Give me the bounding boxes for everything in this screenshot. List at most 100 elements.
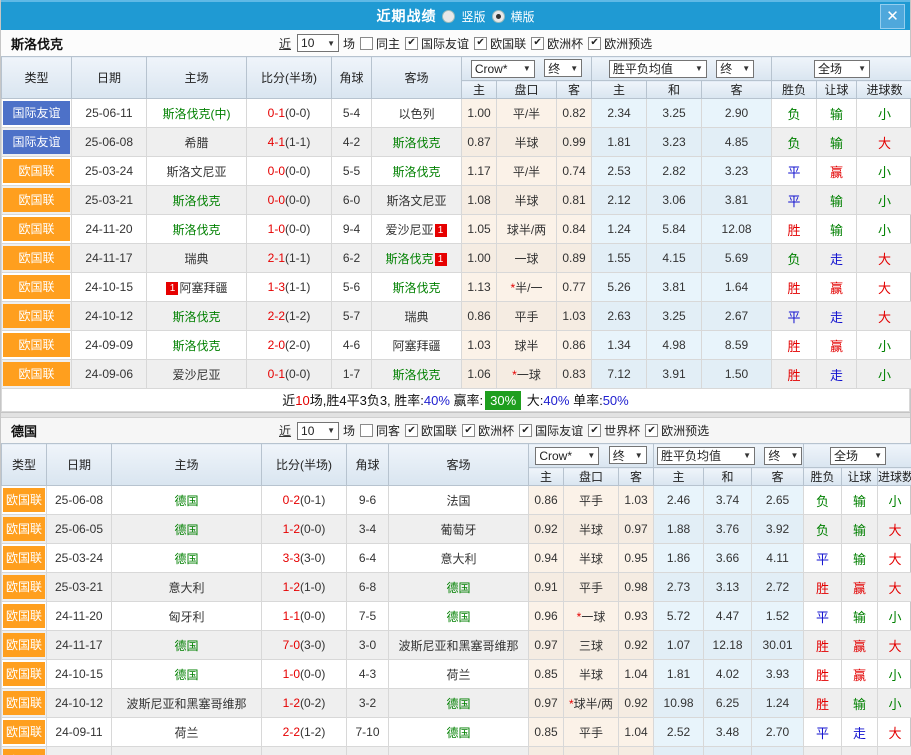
- away-team-cell: 德国: [389, 689, 529, 718]
- odds-home: 0.97: [529, 631, 564, 660]
- odds-company-value: Crow*: [475, 62, 508, 76]
- odds-time-select[interactable]: 终▼: [609, 446, 647, 464]
- corner-cell: 4-2: [347, 747, 389, 755]
- chevron-down-icon: ▼: [635, 451, 643, 460]
- summary-segment: 赢率:: [450, 393, 483, 408]
- summary-segment: 场,胜4平3负3, 胜率:: [310, 393, 424, 408]
- league-badge: 欧国联: [3, 633, 45, 657]
- handicap-cell: 平手: [564, 573, 619, 602]
- score-cell: 1-1(0-0): [262, 602, 347, 631]
- avg-group-header: 胜平负均值▼ 终▼: [592, 57, 772, 81]
- avg-group-header: 胜平负均值 ▼ 终▼: [654, 444, 804, 468]
- match-row: 欧国联24-09-06爱沙尼亚0-1(0-0)1-7斯洛伐克1.06*一球0.8…: [2, 360, 911, 389]
- match-row: 欧国联24-11-17德国7-0(3-0)3-0波斯尼亚和黑塞哥维那0.97三球…: [2, 631, 911, 660]
- horizontal-view-label[interactable]: 横版: [511, 8, 535, 25]
- fulltime-score: 1-1: [283, 609, 300, 623]
- scope-select[interactable]: 全场▼: [830, 447, 886, 465]
- avg-time-select[interactable]: 终▼: [764, 447, 802, 465]
- league-checkbox[interactable]: ✔: [519, 424, 532, 437]
- result-outcome: 胜: [804, 660, 842, 689]
- away-team-cell: 德国: [389, 718, 529, 747]
- close-button[interactable]: ✕: [880, 4, 905, 29]
- result-handicap: 输: [817, 99, 857, 128]
- home-team-name: 斯洛伐克: [172, 310, 220, 324]
- section-germany: 德国 近10▼场同客✔欧国联✔欧洲杯✔国际友谊✔世界杯✔欧洲预选 类型 日期 主…: [1, 418, 910, 755]
- fulltime-score: 1-2: [283, 580, 300, 594]
- avg-type-select[interactable]: 胜平负均值▼: [609, 60, 707, 78]
- odds-away: 0.93: [619, 602, 654, 631]
- league-checkbox[interactable]: ✔: [588, 37, 601, 50]
- score-cell: 1-3(1-1): [247, 273, 332, 302]
- recent-link[interactable]: 近: [279, 422, 291, 439]
- match-type-cell: 欧国联: [2, 515, 47, 544]
- league-checkbox[interactable]: ✔: [474, 37, 487, 50]
- handicap-cell: 半球: [564, 515, 619, 544]
- horizontal-view-radio[interactable]: [492, 10, 505, 23]
- odds-away: 1.03: [619, 486, 654, 515]
- match-row: 欧国联24-09-08德国5-0(1-0)4-2匈牙利1.04球半/两0.851…: [2, 747, 911, 755]
- result-goals: 小: [878, 486, 911, 515]
- odds-time-select[interactable]: 终▼: [544, 59, 582, 77]
- avg-draw: 6.25: [704, 689, 752, 718]
- odds-company-select[interactable]: Crow*▼: [471, 60, 535, 78]
- result-handicap: 赢: [842, 631, 878, 660]
- avg-time-select[interactable]: 终▼: [716, 60, 754, 78]
- handicap-cell: 半球: [497, 128, 557, 157]
- halftime-score: (1-1): [285, 280, 310, 294]
- handicap-name: 一球: [581, 610, 605, 624]
- score-cell: 1-0(0-0): [247, 215, 332, 244]
- vertical-view-radio[interactable]: [442, 10, 455, 23]
- home-team-name: 意大利: [168, 581, 204, 595]
- league-checkbox[interactable]: ✔: [531, 37, 544, 50]
- subcol-handicap: 盘口: [497, 81, 557, 99]
- avg-lose: 3.81: [702, 186, 772, 215]
- result-handicap: 走: [817, 360, 857, 389]
- avg-type-select[interactable]: 胜平负均值 ▼: [657, 447, 755, 465]
- odds-home: 0.86: [462, 302, 497, 331]
- match-row: 国际友谊25-06-11斯洛伐克(中)0-1(0-0)5-4以色列1.00平/半…: [2, 99, 911, 128]
- same-venue-checkbox[interactable]: [360, 424, 373, 437]
- col-header-score: 比分(半场): [247, 57, 332, 99]
- match-count-select[interactable]: 10▼: [297, 34, 339, 52]
- match-date: 25-06-05: [47, 515, 112, 544]
- handicap-cell: 平手: [497, 302, 557, 331]
- league-checkbox[interactable]: ✔: [588, 424, 601, 437]
- away-team-name: 斯洛伐克: [392, 165, 440, 179]
- summary-segment: 30%: [485, 391, 521, 410]
- score-cell: 1-0(0-0): [262, 660, 347, 689]
- recent-link[interactable]: 近: [279, 35, 291, 52]
- halftime-score: (0-0): [285, 193, 310, 207]
- match-count-select[interactable]: 10▼: [297, 422, 339, 440]
- col-header-score: 比分(半场): [262, 444, 347, 486]
- match-row: 国际友谊25-06-08希腊4-1(1-1)4-2斯洛伐克0.87半球0.991…: [2, 128, 911, 157]
- avg-lose: 8.59: [702, 331, 772, 360]
- filter-row: 斯洛伐克 近10▼场同主✔国际友谊✔欧国联✔欧洲杯✔欧洲预选: [1, 30, 910, 56]
- league-checkbox[interactable]: ✔: [405, 37, 418, 50]
- odds-company-select[interactable]: Crow*▼: [535, 447, 599, 465]
- avg-win: 1.55: [592, 244, 647, 273]
- league-badge: 欧国联: [3, 749, 45, 755]
- odds-away: 0.89: [557, 244, 592, 273]
- league-checkbox[interactable]: ✔: [405, 424, 418, 437]
- subcol-result-goals: 进球数: [878, 468, 911, 486]
- result-outcome: 胜: [772, 273, 817, 302]
- match-row: 欧国联24-10-151阿塞拜疆1-3(1-1)5-6斯洛伐克1.13*半/一0…: [2, 273, 911, 302]
- subcol-odds-away: 客: [619, 468, 654, 486]
- odds-home: 0.97: [529, 689, 564, 718]
- chevron-down-icon: ▼: [743, 451, 751, 460]
- avg-type-value: 胜平负均值: [661, 447, 721, 464]
- same-venue-checkbox[interactable]: [360, 37, 373, 50]
- match-type-cell: 欧国联: [2, 718, 47, 747]
- subcol-avg-win: 主: [592, 81, 647, 99]
- match-type-cell: 欧国联: [2, 747, 47, 755]
- league-badge: 国际友谊: [3, 130, 70, 154]
- halftime-score: (1-1): [285, 251, 310, 265]
- avg-win: 1.86: [654, 544, 704, 573]
- chevron-down-icon: ▼: [790, 451, 798, 460]
- odds-home: 1.13: [462, 273, 497, 302]
- league-checkbox[interactable]: ✔: [645, 424, 658, 437]
- league-checkbox[interactable]: ✔: [462, 424, 475, 437]
- match-type-cell: 欧国联: [2, 157, 72, 186]
- vertical-view-label[interactable]: 竖版: [461, 8, 485, 25]
- scope-select[interactable]: 全场▼: [814, 60, 870, 78]
